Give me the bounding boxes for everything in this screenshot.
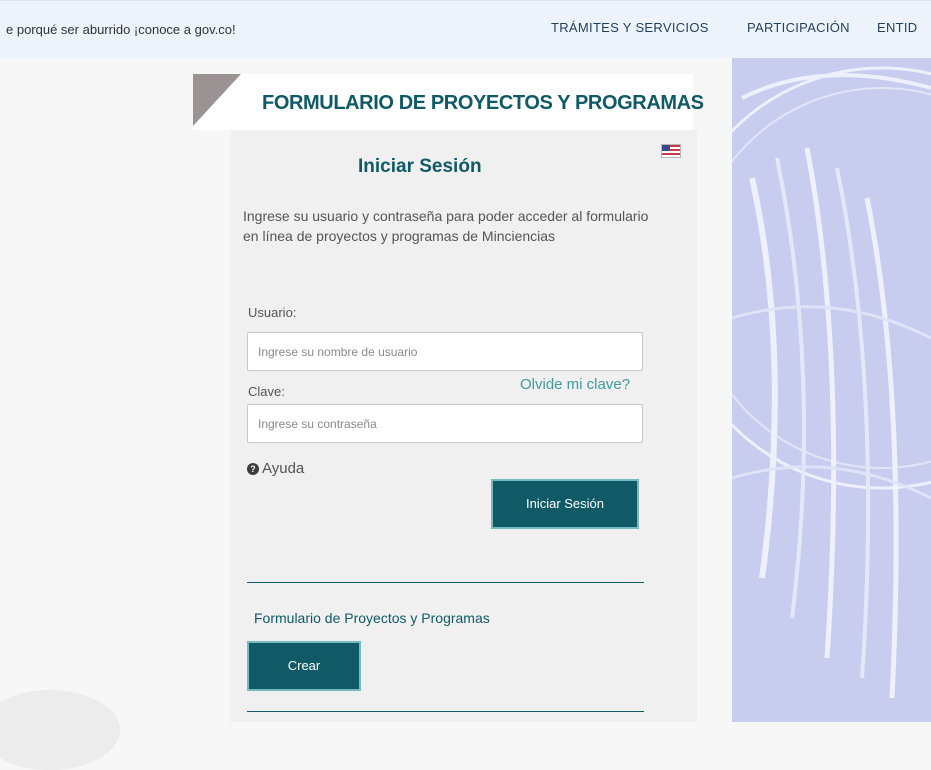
help-link[interactable]: ? Ayuda: [247, 460, 304, 477]
background-art: [732, 58, 931, 722]
background-seal-fragment: [0, 690, 120, 770]
us-flag-icon[interactable]: [661, 144, 681, 158]
gov-tagline[interactable]: e porqué ser aburrido ¡conoce a gov.co!: [6, 22, 236, 37]
password-label: Clave:: [248, 384, 285, 399]
section-divider-bottom: [247, 711, 644, 712]
projects-form-link[interactable]: Formulario de Proyectos y Programas: [254, 610, 490, 626]
question-circle-icon: ?: [247, 463, 259, 475]
background-art-svg: [732, 66, 931, 699]
login-button[interactable]: Iniciar Sesión: [491, 479, 639, 529]
top-navigation-bar: e porqué ser aburrido ¡conoce a gov.co! …: [0, 0, 931, 58]
username-label: Usuario:: [248, 305, 297, 320]
create-button[interactable]: Crear: [247, 641, 361, 691]
forgot-password-link[interactable]: Olvide mi clave?: [520, 376, 630, 393]
login-description: Ingrese su usuario y contraseña para pod…: [243, 208, 649, 244]
nav-entidades[interactable]: ENTID: [877, 20, 918, 35]
password-input[interactable]: [247, 404, 643, 443]
page-title: FORMULARIO DE PROYECTOS Y PROGRAMAS: [262, 92, 704, 114]
login-title: Iniciar Sesión: [358, 156, 482, 177]
nav-tramites-servicios[interactable]: TRÁMITES Y SERVICIOS: [551, 20, 709, 35]
header-corner-decoration: [193, 74, 241, 126]
help-label: Ayuda: [262, 460, 305, 477]
nav-participacion[interactable]: PARTICIPACIÓN: [747, 20, 850, 35]
section-divider: [247, 582, 644, 583]
username-input[interactable]: [247, 332, 643, 371]
